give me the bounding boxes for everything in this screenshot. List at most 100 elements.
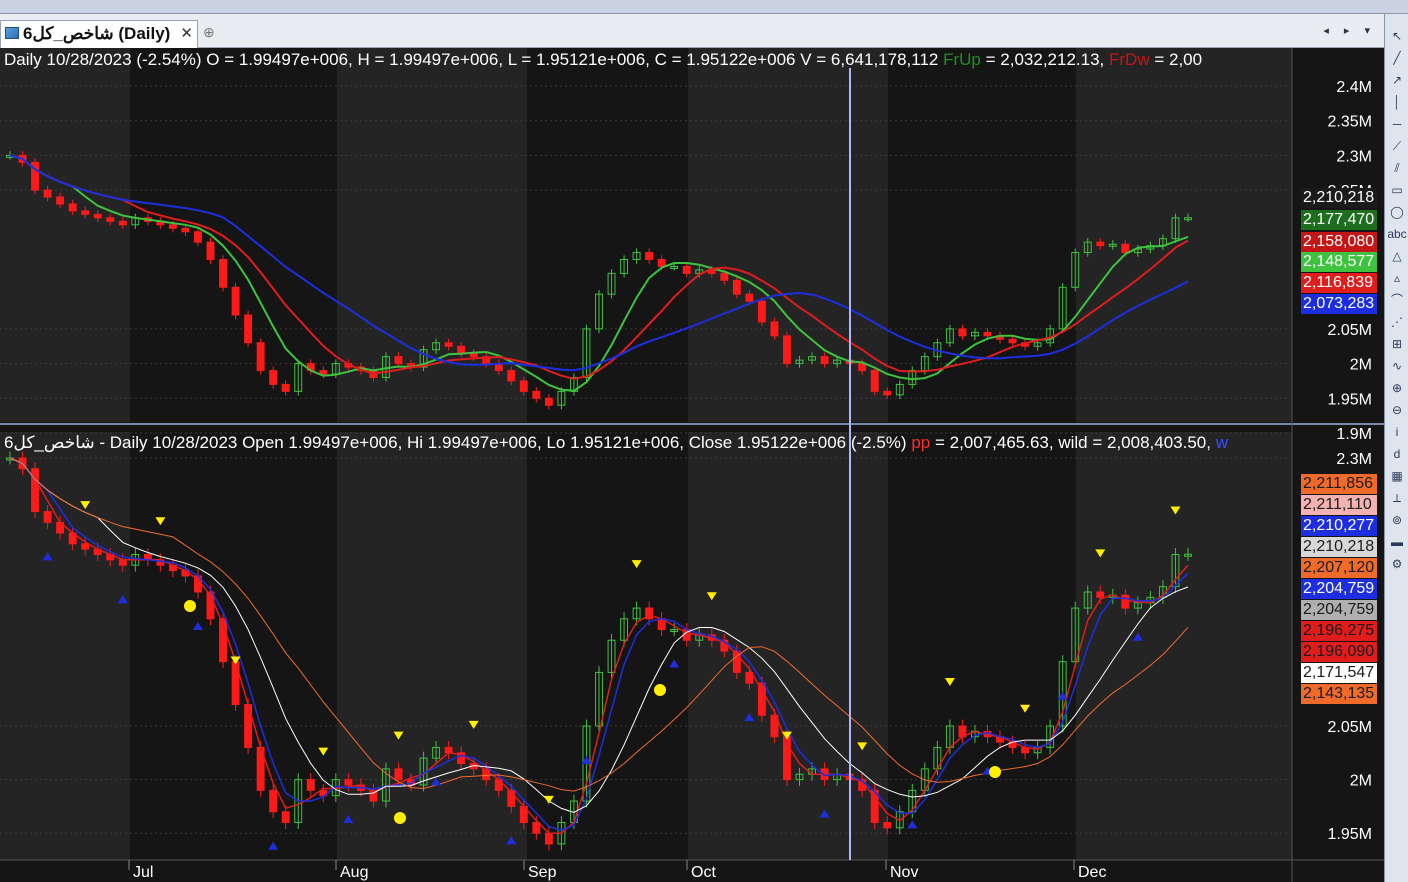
pane1-candle [745, 293, 754, 302]
gann-icon[interactable]: ⊞ [1387, 334, 1407, 354]
pane1-candle [507, 370, 516, 382]
pane1-change: (-2.54%) [136, 50, 202, 69]
pane2-candle [444, 746, 453, 754]
buy-arrow-icon [669, 659, 680, 668]
sell-arrow-icon [318, 747, 329, 756]
fibonacci-icon[interactable]: ⋰ [1387, 312, 1407, 332]
signal-dot-icon [989, 766, 1001, 778]
pane1-candle [770, 321, 779, 337]
ray-icon[interactable]: ↗ [1387, 70, 1407, 90]
price-tag: 2,158,080 [1301, 232, 1377, 252]
pane1-candle [81, 210, 90, 215]
pane2-candle [269, 789, 278, 813]
chart-area[interactable]: 2.4M2.35M2.3M2.25M2.05M2M1.95M1.9M2.3M2.… [0, 48, 1384, 882]
pane1-candle [231, 286, 240, 316]
y-axis-label: 2.35M [1328, 114, 1372, 131]
pane2-candle [1121, 594, 1130, 609]
drawing-toolbar: ↖ ╱ ↗ │ ─ ⟋ ⫽ ▭ ◯ abc △ ▵ ⌒ ⋰ ⊞ ∿ ⊕ ⊖ i d ▦ ⟂ ⊚ ▬ ⚙ [1384, 14, 1408, 882]
pane1-candle [883, 390, 892, 396]
price-tag: 2,073,283 [1301, 294, 1377, 314]
pane1-candle [645, 252, 654, 260]
rectangle-icon[interactable]: ▭ [1387, 180, 1407, 200]
price-tag: 2,204,759 [1301, 579, 1377, 599]
chart-tab[interactable]: شاخص_کل6 (Daily) ✕ [0, 20, 198, 48]
w-line [9, 457, 1189, 832]
buy-arrow-icon [907, 820, 918, 829]
pointer-icon[interactable]: ↖ [1387, 26, 1407, 46]
trend-icon[interactable]: ⟋ [1387, 136, 1407, 156]
app-window: شاخص_کل6 (Daily) ✕ ⊕ ◂ ▸ ▾ 2.4M 2.35M 2.3M… [0, 0, 1408, 882]
price-tag: 2,148,577 [1301, 252, 1377, 272]
text-icon[interactable]: abc [1387, 224, 1407, 244]
y-axis-label: 2.4M [1336, 79, 1372, 96]
pane1-candle [68, 203, 77, 212]
zoom-in-icon[interactable]: ⊕ [1387, 378, 1407, 398]
grid-icon[interactable]: ▦ [1387, 466, 1407, 486]
ma-red-line [9, 154, 1189, 380]
pane2-candle [883, 821, 892, 829]
month-band [0, 432, 130, 860]
pane1-candle [720, 272, 729, 281]
price-tag: 2,204,759 [1301, 600, 1377, 620]
arrow-up-icon[interactable]: △ [1387, 246, 1407, 266]
draw-icon[interactable]: d [1387, 444, 1407, 464]
pane2-candle [757, 682, 766, 716]
pane1-candle [820, 356, 829, 365]
wild-line [9, 457, 1189, 813]
pane1-candle [983, 331, 992, 337]
spiral-icon[interactable]: ⊚ [1387, 510, 1407, 530]
pane1-candle [206, 241, 215, 260]
arc-icon[interactable]: ⌒ [1387, 290, 1407, 310]
pane1-candle [43, 189, 52, 198]
info-icon[interactable]: i [1387, 422, 1407, 442]
horizontal-line-icon[interactable]: ─ [1387, 114, 1407, 134]
price-tag: 2,210,218 [1301, 537, 1377, 557]
pane1-candle [1008, 338, 1017, 344]
month-band [1076, 48, 1292, 422]
sell-arrow-icon [631, 560, 642, 569]
new-tab-icon[interactable]: ⊕ [203, 24, 215, 41]
vertical-line-icon[interactable]: │ [1387, 92, 1407, 112]
pane1-candle [106, 217, 115, 222]
pane1-candle [682, 265, 691, 274]
month-band [1076, 432, 1292, 860]
sell-arrow-icon [944, 678, 955, 686]
line-icon[interactable]: ╱ [1387, 48, 1407, 68]
pane1-candle [244, 314, 253, 344]
close-icon[interactable]: ✕ [180, 21, 193, 47]
y-axis-label: 2M [1350, 773, 1372, 790]
y-axis-label: 2.05M [1328, 322, 1372, 339]
pp-label: pp [911, 433, 931, 452]
chart-canvas[interactable]: 2.4M2.35M2.3M2.25M2.05M2M1.95M1.9M2.3M2.… [0, 48, 1384, 882]
pane1-candle [219, 259, 227, 288]
pane2-candle [81, 543, 90, 550]
settings-icon[interactable]: ⚙ [1387, 554, 1407, 574]
pane1-candle [858, 363, 867, 372]
y-axis-label: 1.9M [1336, 426, 1372, 443]
pane1-candle [1121, 243, 1130, 254]
ruler-icon[interactable]: ▬ [1387, 532, 1407, 552]
channel-icon[interactable]: ⫽ [1387, 158, 1407, 178]
price-tag: 2,211,856 [1301, 474, 1377, 494]
pane1-candle [168, 224, 177, 229]
pane1-header: Daily 10/28/2023 (-2.54%) O = 1.99497e+0… [4, 50, 1292, 70]
pane1-candle [544, 397, 553, 406]
pane2-summary: 6شاخص_کل - Daily 10/28/2023 Open 1.99497… [4, 433, 907, 452]
pane1-candle [181, 227, 190, 233]
pitchfork-icon[interactable]: ⟂ [1387, 488, 1407, 508]
price-tag: 2,116,839 [1301, 273, 1377, 293]
frup-label: FrUp [943, 50, 981, 69]
triangle-icon[interactable]: ▵ [1387, 268, 1407, 288]
zoom-out-icon[interactable]: ⊖ [1387, 400, 1407, 420]
pane1-candle [118, 220, 127, 226]
signal-dot-icon [184, 600, 196, 612]
x-axis-label: Dec [1078, 864, 1106, 881]
pane1-candle [457, 345, 466, 354]
cycle-icon[interactable]: ∿ [1387, 356, 1407, 376]
price-tag: 2,211,110 [1301, 495, 1377, 515]
ellipse-icon[interactable]: ◯ [1387, 202, 1407, 222]
pp-value: = 2,007,465.63, wild = 2,008,403.50, [934, 433, 1211, 452]
tab-nav-arrows[interactable]: ◂ ▸ ▾ [1323, 24, 1376, 37]
top-toolbar-strip [0, 0, 1408, 14]
frdw-label: FrDw [1109, 50, 1150, 69]
